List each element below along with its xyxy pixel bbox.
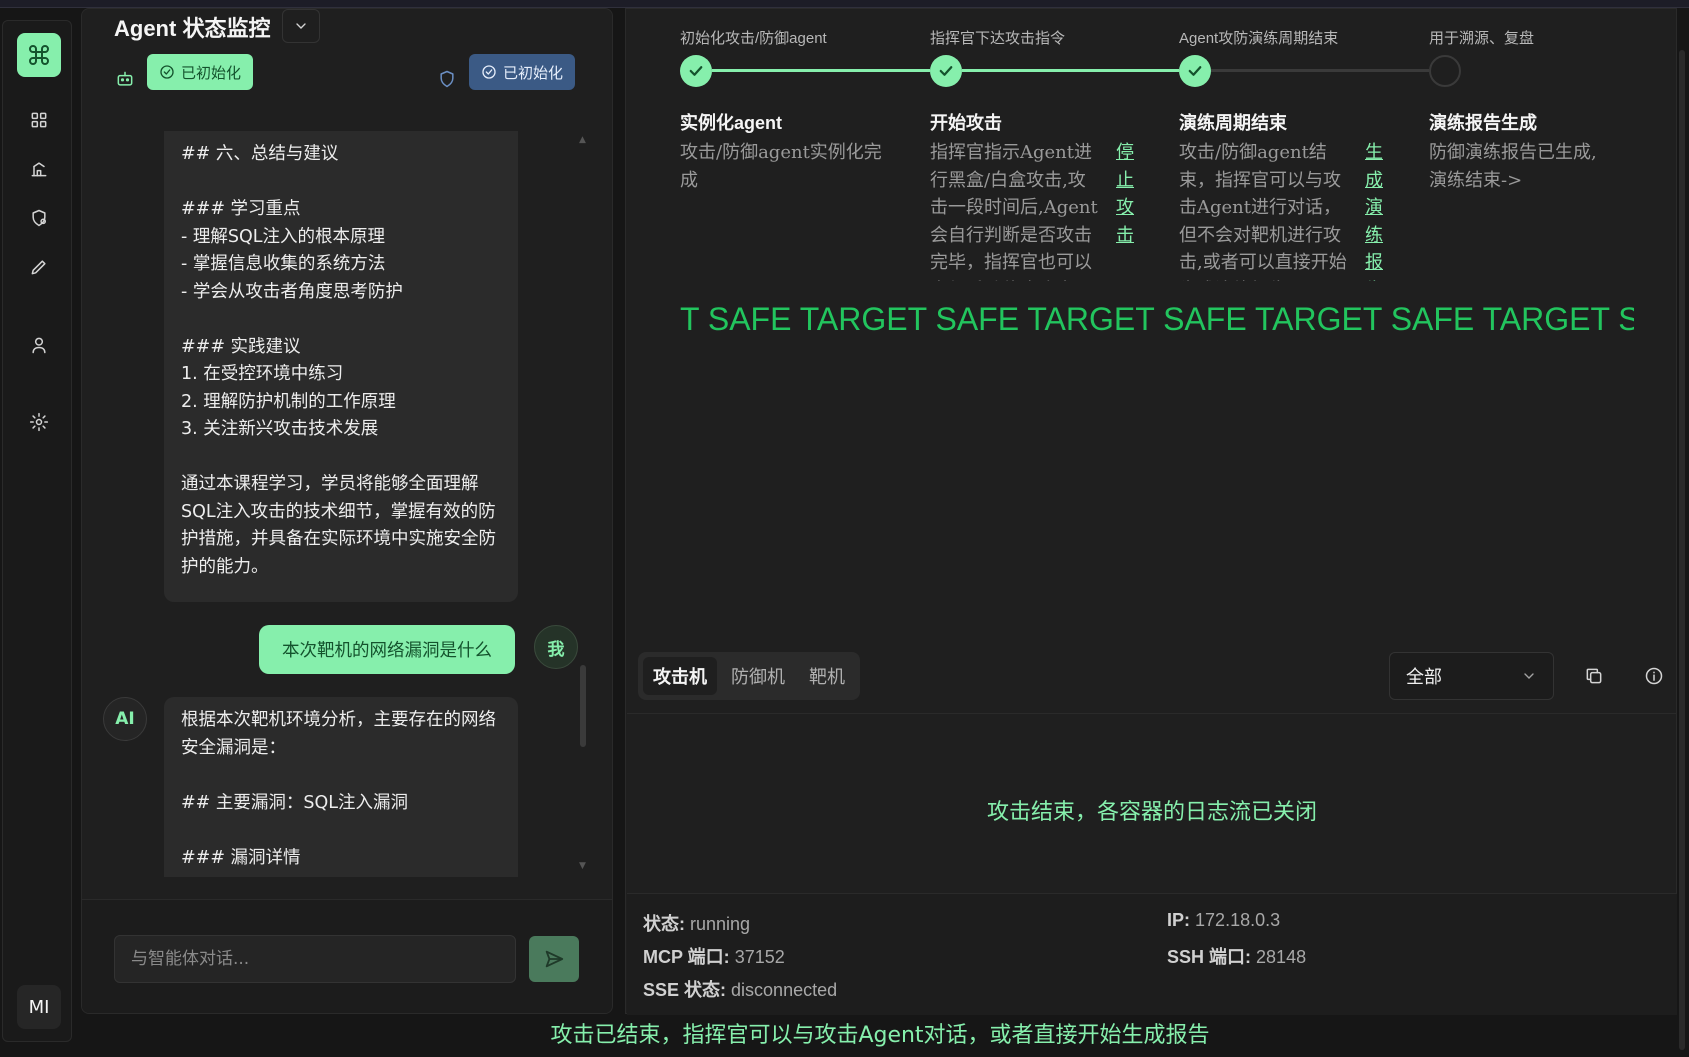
chat-composer — [82, 899, 612, 1013]
log-stream-area: 攻击结束，各容器的日志流已关闭 — [627, 713, 1677, 893]
step-2-description: 指挥官指示Agent进行黑盒/白盒攻击,攻击一段时间后,Agent会自行判断是否… — [930, 142, 1098, 281]
chat-input[interactable] — [114, 935, 516, 983]
step-4-title: 演练报告生成 — [1429, 113, 1537, 133]
stop-attack-link[interactable]: 停止攻击 — [1116, 139, 1140, 281]
copy-icon[interactable] — [1579, 661, 1609, 691]
attack-finished-banner: 攻击已结束，指挥官可以与攻击Agent对话，或者直接开始生成报告 — [550, 1023, 1210, 1048]
ip-field-label: IP: — [1167, 910, 1191, 930]
icon-sidebar: MI — [2, 20, 72, 1042]
machine-tabs: 攻击机 防御机 靶机 — [638, 652, 860, 700]
ip-field: IP: 172.18.0.3 — [1167, 910, 1280, 931]
sse-status-label: SSE 状态: — [643, 980, 727, 1000]
shield-icon — [437, 69, 459, 91]
step-3-check-icon — [1179, 55, 1211, 87]
mcp-port-label: MCP 端口: — [643, 947, 730, 967]
status-label: 已初始化 — [503, 63, 564, 82]
gear-icon[interactable] — [24, 407, 54, 437]
ssh-port-field: SSH 端口: 28148 — [1167, 943, 1306, 969]
step-connector — [712, 69, 930, 72]
chart-icon[interactable] — [24, 154, 54, 184]
chevron-down-icon — [1524, 673, 1534, 679]
ai-message-avatar: AI — [103, 697, 147, 741]
step-4-pending-icon — [1429, 55, 1461, 87]
check-circle-icon — [482, 65, 496, 79]
send-button[interactable] — [529, 936, 579, 982]
ssh-port-value: 28148 — [1256, 947, 1307, 967]
user-icon[interactable] — [24, 330, 54, 360]
attack-agent-status-badge: 已初始化 — [147, 54, 254, 90]
filter-value: 全部 — [1406, 667, 1442, 688]
step-4-description: 防御演练报告已生成,演练结束-> — [1429, 142, 1597, 191]
step-1-description: 攻击/防御agent实例化完成 — [680, 142, 882, 191]
drill-panel: 初始化攻击/防御agent 指挥官下达攻击指令 Agent攻防演练周期结束 用于… — [625, 8, 1677, 1015]
ai-message: 根据本次靶机环境分析，主要存在的网络安全漏洞是： ## 主要漏洞：SQL注入漏洞… — [164, 697, 518, 877]
robot-icon — [115, 69, 137, 91]
step-1-check-icon — [680, 55, 712, 87]
step-3-title: 演练周期结束 — [1179, 113, 1287, 133]
step-connector — [1211, 69, 1429, 72]
ip-field-value: 172.18.0.3 — [1195, 910, 1281, 930]
scroll-up-icon[interactable]: ▲ — [579, 135, 586, 145]
step-1-caption: 初始化攻击/防御agent — [680, 30, 827, 47]
safe-target-marquee: T SAFE TARGET SAFE TARGET SAFE TARGET SA… — [680, 301, 1634, 337]
log-filter-select[interactable]: 全部 — [1389, 652, 1554, 700]
dashboard-icon[interactable] — [24, 105, 54, 135]
ai-message: ## 六、总结与建议 ### 学习重点 - 理解SQL注入的根本原理 - 掌握信… — [164, 131, 518, 602]
step-1-title: 实例化agent — [680, 113, 783, 133]
shield-icon[interactable] — [24, 203, 54, 233]
pencil-icon[interactable] — [24, 252, 54, 282]
step-4-caption: 用于溯源、复盘 — [1429, 30, 1535, 47]
window-top-bar — [0, 0, 1689, 8]
user-message-avatar: 我 — [534, 625, 578, 669]
status-field-value: running — [690, 914, 751, 934]
status-label: 已初始化 — [181, 63, 242, 82]
tab-defense-machine[interactable]: 防御机 — [721, 657, 795, 695]
info-icon[interactable] — [1639, 661, 1669, 691]
check-circle-icon — [160, 65, 174, 79]
user-message: 本次靶机的网络漏洞是什么 — [259, 625, 515, 674]
page-scrollbar[interactable] — [1679, 50, 1685, 1050]
step-3-caption: Agent攻防演练周期结束 — [1179, 30, 1339, 47]
scroll-down-icon[interactable]: ▼ — [579, 861, 586, 871]
tab-attack-machine[interactable]: 攻击机 — [643, 657, 717, 695]
mcp-port-field: MCP 端口: 37152 — [643, 943, 785, 969]
command-icon[interactable] — [17, 33, 61, 77]
step-3-description: 攻击/防御agent结束，指挥官可以与攻击Agent进行对话，但不会对靶机进行攻… — [1179, 142, 1347, 281]
page-title: Agent 状态监控 — [114, 16, 271, 41]
status-field: 状态: running — [643, 910, 750, 936]
chat-scrollbar[interactable] — [580, 665, 586, 747]
sse-status-field: SSE 状态: disconnected — [643, 976, 837, 1002]
container-info: 状态: running IP: 172.18.0.3 MCP 端口: 37152… — [627, 893, 1677, 1015]
sse-status-value: disconnected — [731, 980, 838, 1000]
step-2-caption: 指挥官下达攻击指令 — [930, 30, 1066, 47]
ssh-port-label: SSH 端口: — [1167, 947, 1252, 967]
defense-agent-status-badge: 已初始化 — [469, 54, 576, 90]
send-icon — [545, 950, 564, 968]
title-dropdown-button[interactable] — [282, 9, 320, 43]
step-2-check-icon — [930, 55, 962, 87]
generate-report-link[interactable]: 生成演练报告 — [1365, 139, 1389, 281]
step-connector — [962, 69, 1179, 72]
tab-target-machine[interactable]: 靶机 — [799, 657, 855, 695]
status-field-label: 状态: — [643, 914, 685, 934]
mcp-port-value: 37152 — [734, 947, 785, 967]
step-2-title: 开始攻击 — [930, 113, 1002, 133]
log-closed-message: 攻击结束，各容器的日志流已关闭 — [986, 800, 1317, 825]
chat-panel: Agent 状态监控 已初始化 已初始化 ▲ ## 六、总结与建议 ### 学习… — [81, 8, 613, 1014]
